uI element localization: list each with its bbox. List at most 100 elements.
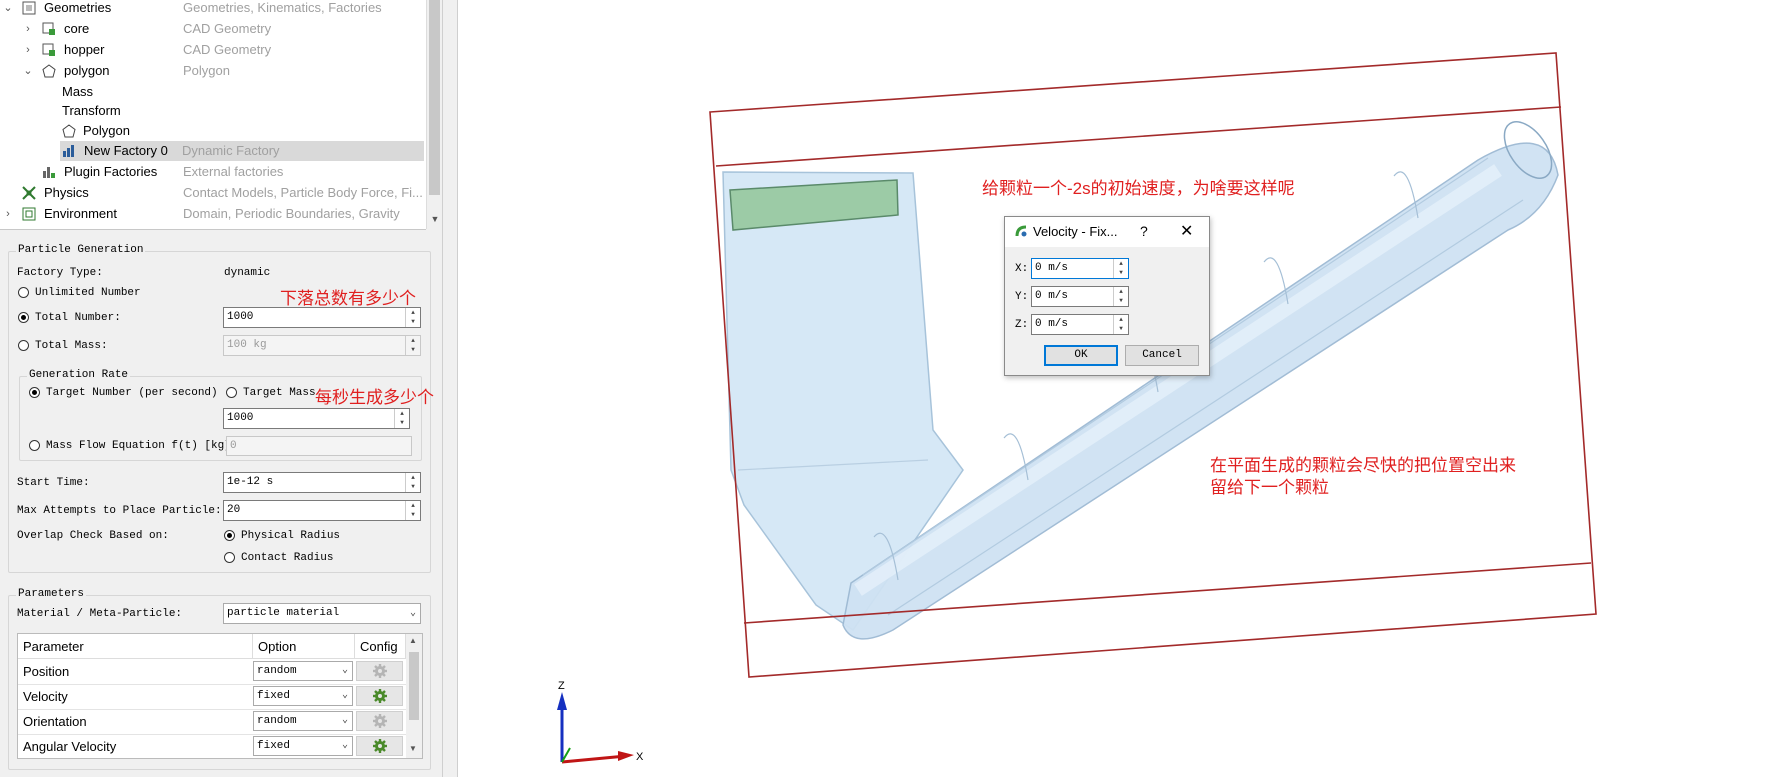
factory-icon <box>63 145 74 157</box>
target-number-radio[interactable] <box>29 387 40 398</box>
factory-type-label: Factory Type: <box>17 267 103 279</box>
scroll-down-icon[interactable]: ▼ <box>430 214 440 224</box>
x-velocity-input[interactable]: 0 m/s ▲ ▼ <box>1031 258 1129 279</box>
scrollbar-thumb[interactable] <box>409 652 419 720</box>
chevron-right-icon[interactable]: › <box>22 40 34 60</box>
chevron-down-icon: ⌄ <box>341 665 348 676</box>
scrollbar-thumb[interactable] <box>429 0 440 195</box>
cancel-button[interactable]: Cancel <box>1125 345 1199 366</box>
tree-row-label: Geometries <box>44 0 112 15</box>
ok-button[interactable]: OK <box>1044 345 1118 366</box>
polygon-icon <box>42 64 56 78</box>
config-button[interactable] <box>356 686 403 706</box>
splitter[interactable] <box>442 0 458 777</box>
generation-rate-value: 1000 <box>227 412 254 424</box>
tree-row-new-factory[interactable]: New Factory 0 Dynamic Factory <box>60 141 424 161</box>
axes-triad <box>557 692 634 764</box>
target-number-label: Target Number (per second) <box>46 387 218 399</box>
total-number-radio[interactable] <box>18 312 29 323</box>
tree-row-plugin-factories[interactable]: Plugin Factories External factories <box>0 162 426 182</box>
param-name: Velocity <box>23 689 68 704</box>
option-select[interactable]: random ⌄ <box>253 661 353 681</box>
x-axis-label: X <box>636 751 644 763</box>
spin-buttons[interactable]: ▲ ▼ <box>394 409 409 428</box>
tree-row-label: Polygon <box>83 123 130 138</box>
generation-rate-input[interactable]: 1000 ▲ ▼ <box>223 408 410 429</box>
unlimited-number-radio[interactable] <box>18 287 29 298</box>
max-attempts-input[interactable]: 20 ▲ ▼ <box>223 500 421 521</box>
annotation-velocity: 给颗粒一个-2s的初始速度，为啥要这样呢 <box>982 179 1295 198</box>
z-velocity-input[interactable]: 0 m/s ▲ ▼ <box>1031 314 1129 335</box>
option-select[interactable]: fixed ⌄ <box>253 736 353 756</box>
annotation-total: 下落总数有多少个 <box>280 289 416 308</box>
tree-scrollbar[interactable]: ▼ <box>426 0 442 229</box>
cad-geometry-icon <box>42 43 55 56</box>
config-button[interactable] <box>356 736 403 756</box>
mass-flow-input[interactable]: 0 <box>226 436 412 456</box>
gear-icon <box>373 689 387 703</box>
tree-row-label: Physics <box>44 185 89 200</box>
chevron-down-icon: ⌄ <box>341 715 348 726</box>
chevron-down-icon[interactable]: ⌄ <box>2 0 14 18</box>
spin-buttons[interactable]: ▲ ▼ <box>1113 259 1128 278</box>
y-velocity-input[interactable]: 0 m/s ▲ ▼ <box>1031 286 1129 307</box>
config-button[interactable] <box>356 711 403 731</box>
x-velocity-value: 0 m/s <box>1035 262 1069 274</box>
spin-buttons[interactable]: ▲ ▼ <box>1113 287 1128 306</box>
close-icon[interactable]: ✕ <box>1180 221 1193 241</box>
chevron-down-icon: ⌄ <box>341 690 348 701</box>
spin-buttons[interactable]: ▲ ▼ <box>405 501 420 520</box>
scroll-down-icon[interactable]: ▼ <box>409 744 417 753</box>
velocity-dialog: Velocity - Fix... ? ✕ X: 0 m/s ▲ ▼ Y: 0 m… <box>1004 216 1210 376</box>
tree-row-hopper[interactable]: › hopper CAD Geometry <box>0 40 426 60</box>
table-scrollbar[interactable]: ▲ ▼ <box>406 634 422 758</box>
tree-row-core[interactable]: › core CAD Geometry <box>0 19 426 39</box>
app-icon <box>1015 225 1027 237</box>
tree-row-mass[interactable]: Mass <box>0 82 426 102</box>
tree-row-polygon[interactable]: ⌄ polygon Polygon <box>0 61 426 81</box>
column-header-config: Config <box>355 634 406 659</box>
mass-flow-radio[interactable] <box>29 440 40 451</box>
spin-buttons[interactable]: ▲ ▼ <box>405 336 420 355</box>
total-mass-radio[interactable] <box>18 340 29 351</box>
target-mass-radio[interactable] <box>226 387 237 398</box>
chevron-down-icon[interactable]: ⌄ <box>22 61 34 81</box>
help-button[interactable]: ? <box>1140 223 1148 239</box>
chevron-right-icon[interactable]: › <box>2 204 14 224</box>
project-tree: ⌄ Geometries Geometries, Kinematics, Fac… <box>0 0 426 230</box>
target-mass-label: Target Mass <box>243 387 316 399</box>
scroll-up-icon[interactable]: ▲ <box>409 636 417 645</box>
physical-radius-label: Physical Radius <box>241 530 341 542</box>
physical-radius-radio[interactable] <box>224 530 235 541</box>
plugin-icon <box>43 167 55 178</box>
column-header-option: Option <box>253 634 355 659</box>
tree-row-environment[interactable]: › Environment Domain, Periodic Boundarie… <box>0 204 426 224</box>
contact-radius-label: Contact Radius <box>241 552 334 564</box>
start-time-input[interactable]: 1e-12 s ▲ ▼ <box>223 472 421 493</box>
physics-icon <box>22 186 36 200</box>
chevron-down-icon: ⌄ <box>341 740 348 751</box>
tree-row-physics[interactable]: Physics Contact Models, Particle Body Fo… <box>0 183 426 203</box>
config-button[interactable] <box>356 661 403 681</box>
3d-viewport[interactable]: Z X 给颗粒一个-2s的初始速度，为啥要这样呢 在平面生成的颗粒会尽快的把位置… <box>458 0 1782 777</box>
total-mass-input[interactable]: 100 kg ▲ ▼ <box>223 335 421 356</box>
option-select[interactable]: random ⌄ <box>253 711 353 731</box>
total-number-input[interactable]: 1000 ▲ ▼ <box>223 307 421 328</box>
group-title: Generation Rate <box>27 369 131 381</box>
factory-type-value: dynamic <box>224 267 271 279</box>
contact-radius-radio[interactable] <box>224 552 235 563</box>
dialog-titlebar[interactable]: Velocity - Fix... ? ✕ <box>1005 217 1209 247</box>
spin-buttons[interactable]: ▲ ▼ <box>405 308 420 327</box>
material-select[interactable]: particle material ⌄ <box>223 603 421 624</box>
option-select[interactable]: fixed ⌄ <box>253 686 353 706</box>
table-row: Angular Velocity fixed ⌄ <box>18 734 406 758</box>
chevron-down-icon: ⌄ <box>409 608 416 619</box>
spin-buttons[interactable]: ▲ ▼ <box>1113 315 1128 334</box>
tree-row-desc: Domain, Periodic Boundaries, Gravity <box>183 206 400 221</box>
spin-buttons[interactable]: ▲ ▼ <box>405 473 420 492</box>
tree-row-geometries[interactable]: ⌄ Geometries Geometries, Kinematics, Fac… <box>0 0 426 18</box>
tree-row-transform[interactable]: Transform <box>0 101 426 121</box>
max-attempts-label: Max Attempts to Place Particle: <box>17 505 222 517</box>
tree-row-polygon-shape[interactable]: Polygon <box>0 121 426 141</box>
chevron-right-icon[interactable]: › <box>22 19 34 39</box>
